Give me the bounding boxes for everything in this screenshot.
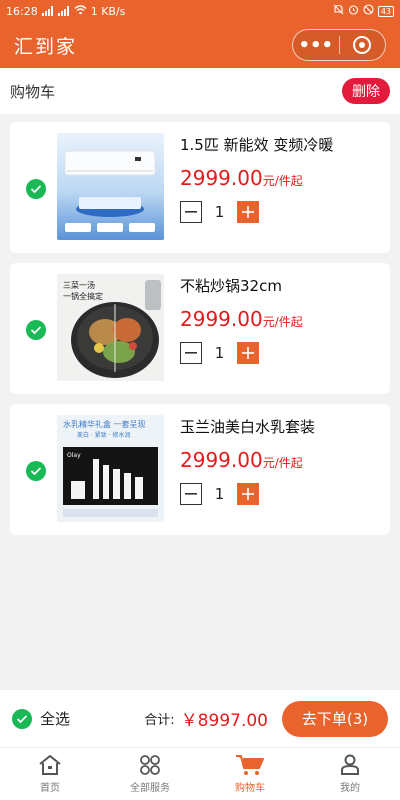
more-dots-icon: ••• [298, 34, 333, 56]
cart-item: 1.5匹 新能效 变频冷暖 2999.00元/件起 1 [10, 122, 390, 253]
miniprogram-capsule: ••• [292, 29, 386, 61]
total-label: 合计: [144, 713, 175, 728]
close-miniprogram-button[interactable] [340, 30, 386, 60]
page-title: 购物车 [10, 82, 56, 101]
increase-quantity-button[interactable] [237, 483, 259, 505]
image-caption: 一锅全搞定 [63, 291, 103, 301]
signal-icon [41, 6, 54, 16]
cart-header: 购物车 删除 [0, 68, 400, 114]
item-checkbox[interactable] [26, 179, 46, 199]
select-all-checkbox[interactable] [12, 708, 32, 729]
more-menu-button[interactable]: ••• [293, 30, 339, 60]
tab-label: 首页 [40, 783, 60, 794]
product-name[interactable]: 1.5匹 新能效 变频冷暖 [180, 134, 333, 155]
tab-me[interactable]: 我的 [300, 748, 400, 800]
product-price: 2999.00元/件起 [180, 166, 303, 190]
tab-label: 我的 [340, 783, 360, 794]
checkmark-icon [30, 185, 42, 194]
bell-off-icon [333, 4, 344, 18]
alarm-icon [348, 4, 359, 18]
image-caption: Olay [67, 452, 81, 459]
plus-icon [242, 347, 254, 359]
product-price: 2999.00元/件起 [180, 448, 303, 472]
tab-home[interactable]: 首页 [0, 748, 100, 800]
product-name[interactable]: 不粘炒锅32cm [180, 275, 282, 296]
grid-icon [140, 755, 160, 775]
status-time: 16:28 [6, 4, 38, 18]
mute-icon [363, 4, 374, 18]
image-caption: 水乳精华礼盒 一套呈现 [63, 419, 146, 429]
decrease-quantity-button[interactable] [180, 342, 202, 364]
place-order-button[interactable]: 去下单(3) [282, 700, 388, 737]
product-image-air-conditioner[interactable] [57, 133, 164, 240]
increase-quantity-button[interactable] [237, 342, 259, 364]
decrease-quantity-button[interactable] [180, 201, 202, 223]
delete-button[interactable]: 删除 [342, 78, 390, 104]
battery-icon: 43 [377, 5, 394, 17]
select-all-toggle[interactable]: 全选 [12, 708, 70, 729]
signal-icon [57, 6, 70, 16]
checkmark-icon [30, 467, 42, 476]
product-price: 2999.00元/件起 [180, 307, 303, 331]
tab-label: 购物车 [235, 783, 265, 794]
target-icon [353, 36, 372, 54]
total-amount: ￥8997.00 [180, 711, 268, 731]
bottom-tab-bar: 首页 全部服务 购物车 我的 [0, 747, 400, 800]
select-all-label: 全选 [40, 710, 71, 728]
minus-icon [185, 352, 197, 354]
product-image-wok[interactable]: 三菜一汤 一锅全搞定 [57, 274, 164, 381]
app-title: 汇到家 [14, 35, 78, 58]
decrease-quantity-button[interactable] [180, 483, 202, 505]
quantity-stepper: 1 [180, 483, 259, 505]
tab-all-services[interactable]: 全部服务 [100, 748, 200, 800]
quantity-value: 1 [214, 203, 225, 221]
product-name[interactable]: 玉兰油美白水乳套装 [180, 416, 315, 437]
quantity-value: 1 [214, 485, 225, 503]
minus-icon [185, 211, 197, 213]
status-bar: 16:28 1 KB/s 43 [0, 0, 400, 22]
network-speed: 1 KB/s [90, 4, 126, 18]
person-icon [341, 754, 359, 775]
app-header: 汇到家 ••• [0, 22, 400, 68]
minus-icon [185, 493, 197, 495]
tab-cart[interactable]: 购物车 [200, 748, 300, 800]
tab-label: 全部服务 [130, 783, 170, 794]
cart-item: 水乳精华礼盒 一套呈现 美白 · 紧致 · 修水润 Olay 玉兰油美白水乳套装… [10, 404, 390, 535]
plus-icon [242, 206, 254, 218]
home-icon [39, 755, 61, 775]
image-caption: 美白 · 紧致 · 修水润 [77, 431, 130, 439]
cart-item: 三菜一汤 一锅全搞定 不粘炒锅32cm 2999.00元/件起 1 [10, 263, 390, 394]
item-checkbox[interactable] [26, 461, 46, 481]
checkmark-icon [30, 326, 42, 335]
checkout-bar: 全选 合计: ￥8997.00 去下单(3) [0, 689, 400, 747]
cart-icon [236, 755, 264, 775]
order-total: 合计: ￥8997.00 [144, 706, 268, 731]
cart-list: 1.5匹 新能效 变频冷暖 2999.00元/件起 1 三菜一汤 一锅全搞定 不… [10, 122, 390, 545]
quantity-stepper: 1 [180, 201, 259, 223]
plus-icon [242, 488, 254, 500]
item-checkbox[interactable] [26, 320, 46, 340]
increase-quantity-button[interactable] [237, 201, 259, 223]
wifi-icon [74, 4, 87, 18]
image-caption: 三菜一汤 [63, 280, 95, 290]
product-image-skincare-set[interactable]: 水乳精华礼盒 一套呈现 美白 · 紧致 · 修水润 Olay [57, 415, 164, 522]
checkmark-icon [16, 714, 28, 723]
quantity-value: 1 [214, 344, 225, 362]
quantity-stepper: 1 [180, 342, 259, 364]
